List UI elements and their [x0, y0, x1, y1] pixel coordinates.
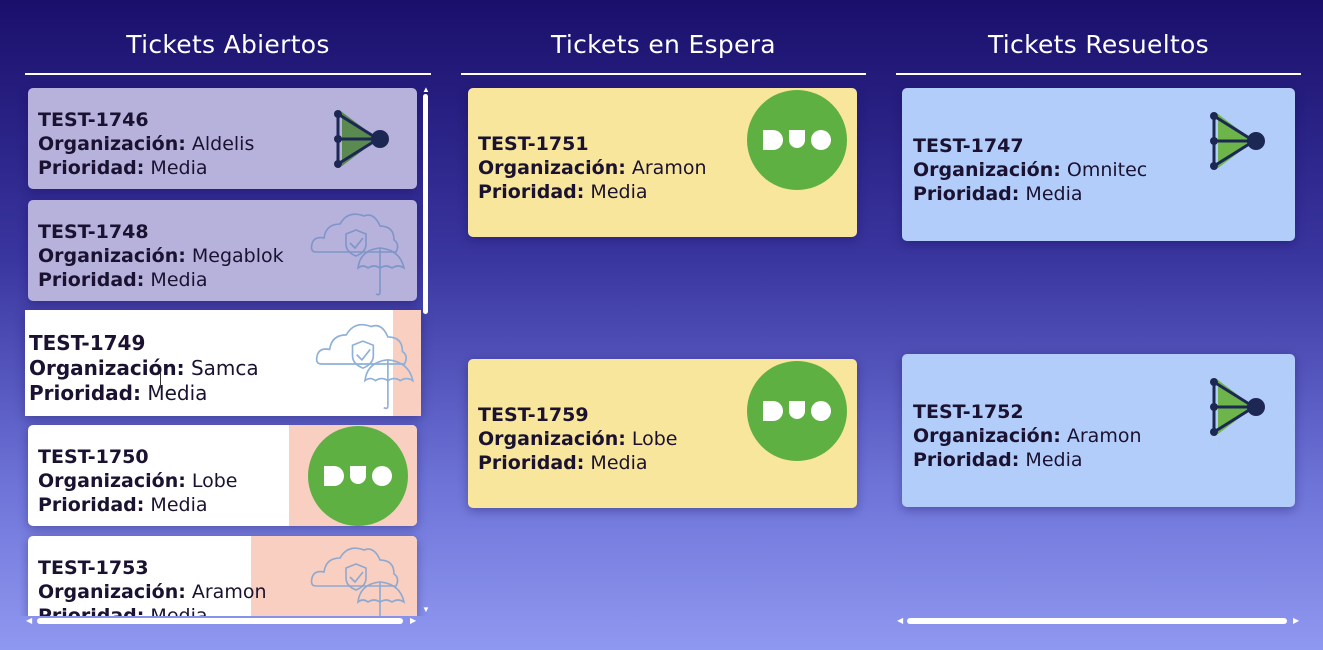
- ticket-info: TEST-1752 Organización: Aramon Prioridad…: [913, 400, 1142, 472]
- organization-label: Organización:: [38, 470, 186, 492]
- column-title: Tickets Resueltos: [988, 30, 1209, 59]
- priority-label: Prioridad:: [38, 494, 145, 516]
- ticket-card[interactable]: TEST-1759 Organización: Lobe Prioridad: …: [468, 359, 857, 508]
- organization-value: Aramon: [191, 581, 267, 603]
- priority-label: Prioridad:: [478, 452, 585, 474]
- ticket-card[interactable]: TEST-1746 Organización: Aldelis Priorida…: [28, 88, 417, 189]
- scroll-right-arrow[interactable]: ▶: [1293, 617, 1299, 625]
- scroll-left-arrow[interactable]: ◀: [26, 617, 32, 625]
- organization-label: Organización:: [913, 159, 1061, 181]
- organization-label: Organización:: [38, 581, 186, 603]
- ticket-info: TEST-1759 Organización: Lobe Prioridad: …: [478, 403, 678, 475]
- ticket-id: TEST-1759: [478, 404, 589, 426]
- column-divider: [896, 73, 1301, 75]
- cloud-umbrella-icon: [310, 213, 406, 296]
- priority-label: Prioridad:: [29, 381, 141, 405]
- priority-value: Media: [590, 181, 648, 203]
- organization-value: Aldelis: [191, 133, 255, 155]
- organization-value: Aramon: [1066, 425, 1142, 447]
- organization-label: Organización:: [38, 245, 186, 267]
- duo-logo-icon: [308, 426, 408, 526]
- cloud-umbrella-icon: [315, 323, 415, 410]
- network-arrow-icon: [1210, 378, 1265, 436]
- horizontal-scrollbar-thumb[interactable]: [907, 618, 1287, 624]
- duo-logo-icon: [747, 361, 847, 461]
- organization-value: Lobe: [191, 470, 238, 492]
- ticket-id: TEST-1750: [38, 446, 149, 468]
- priority-value: Media: [147, 381, 208, 405]
- priority-label: Prioridad:: [38, 605, 145, 616]
- ticket-info: TEST-1749 Organización: Samca Prioridad:…: [29, 331, 259, 406]
- network-arrow-icon: [334, 110, 389, 168]
- organization-label: Organización:: [29, 356, 185, 380]
- cloud-umbrella-icon: [310, 547, 406, 616]
- horizontal-scrollbar-thumb[interactable]: [37, 618, 403, 624]
- duo-logo-icon: [747, 90, 847, 190]
- priority-value: Media: [1025, 183, 1083, 205]
- organization-value: Samca: [190, 356, 259, 380]
- priority-value: Media: [150, 157, 208, 179]
- priority-label: Prioridad:: [913, 449, 1020, 471]
- vertical-scrollbar-thumb[interactable]: [423, 94, 428, 314]
- scroll-down-arrow[interactable]: ▼: [422, 606, 430, 614]
- organization-label: Organización:: [478, 428, 626, 450]
- organization-value: Aramon: [631, 157, 707, 179]
- ticket-info: TEST-1751 Organización: Aramon Prioridad…: [478, 132, 707, 204]
- organization-value: Megablok: [191, 245, 284, 267]
- organization-label: Organización:: [478, 157, 626, 179]
- open-tickets-clip: TEST-1753 Organización: Aramon Prioridad…: [20, 530, 430, 616]
- ticket-card[interactable]: TEST-1749 Organización: Samca Prioridad:…: [25, 310, 421, 416]
- organization-label: Organización:: [38, 133, 186, 155]
- network-arrow-icon: [1210, 112, 1265, 170]
- ticket-id: TEST-1752: [913, 401, 1024, 423]
- scroll-up-arrow[interactable]: ▲: [422, 86, 430, 94]
- organization-value: Omnitec: [1066, 159, 1148, 181]
- ticket-info: TEST-1750 Organización: Lobe Prioridad: …: [38, 445, 238, 517]
- column-divider: [461, 73, 866, 75]
- text-cursor-icon: [160, 372, 161, 388]
- ticket-card[interactable]: TEST-1752 Organización: Aramon Prioridad…: [902, 354, 1295, 507]
- ticket-info: TEST-1753 Organización: Aramon Prioridad…: [38, 556, 267, 616]
- ticket-id: TEST-1747: [913, 135, 1024, 157]
- priority-value: Media: [150, 494, 208, 516]
- ticket-id: TEST-1748: [38, 221, 149, 243]
- ticket-info: TEST-1747 Organización: Omnitec Priorida…: [913, 134, 1147, 206]
- organization-label: Organización:: [913, 425, 1061, 447]
- column-title: Tickets Abiertos: [126, 30, 330, 59]
- column-title: Tickets en Espera: [551, 30, 776, 59]
- ticket-card[interactable]: TEST-1753 Organización: Aramon Prioridad…: [28, 536, 417, 616]
- priority-label: Prioridad:: [913, 183, 1020, 205]
- ticket-id: TEST-1749: [29, 331, 146, 355]
- priority-value: Media: [150, 269, 208, 291]
- priority-label: Prioridad:: [38, 157, 145, 179]
- ticket-card[interactable]: TEST-1751 Organización: Aramon Prioridad…: [468, 88, 857, 237]
- scroll-right-arrow[interactable]: ▶: [410, 617, 416, 625]
- column-divider: [25, 73, 431, 75]
- priority-label: Prioridad:: [38, 269, 145, 291]
- organization-value: Lobe: [631, 428, 678, 450]
- ticket-id: TEST-1753: [38, 557, 149, 579]
- priority-label: Prioridad:: [478, 181, 585, 203]
- ticket-card[interactable]: TEST-1748 Organización: Megablok Priorid…: [28, 200, 417, 301]
- ticket-id: TEST-1746: [38, 109, 149, 131]
- ticket-info: TEST-1746 Organización: Aldelis Priorida…: [38, 108, 254, 180]
- priority-value: Media: [1025, 449, 1083, 471]
- priority-value: Media: [590, 452, 648, 474]
- scroll-left-arrow[interactable]: ◀: [897, 617, 903, 625]
- priority-value: Media: [150, 605, 208, 616]
- ticket-card[interactable]: TEST-1747 Organización: Omnitec Priorida…: [902, 88, 1295, 241]
- ticket-id: TEST-1751: [478, 133, 589, 155]
- ticket-card[interactable]: TEST-1750 Organización: Lobe Prioridad: …: [28, 425, 417, 526]
- ticket-info: TEST-1748 Organización: Megablok Priorid…: [38, 220, 284, 292]
